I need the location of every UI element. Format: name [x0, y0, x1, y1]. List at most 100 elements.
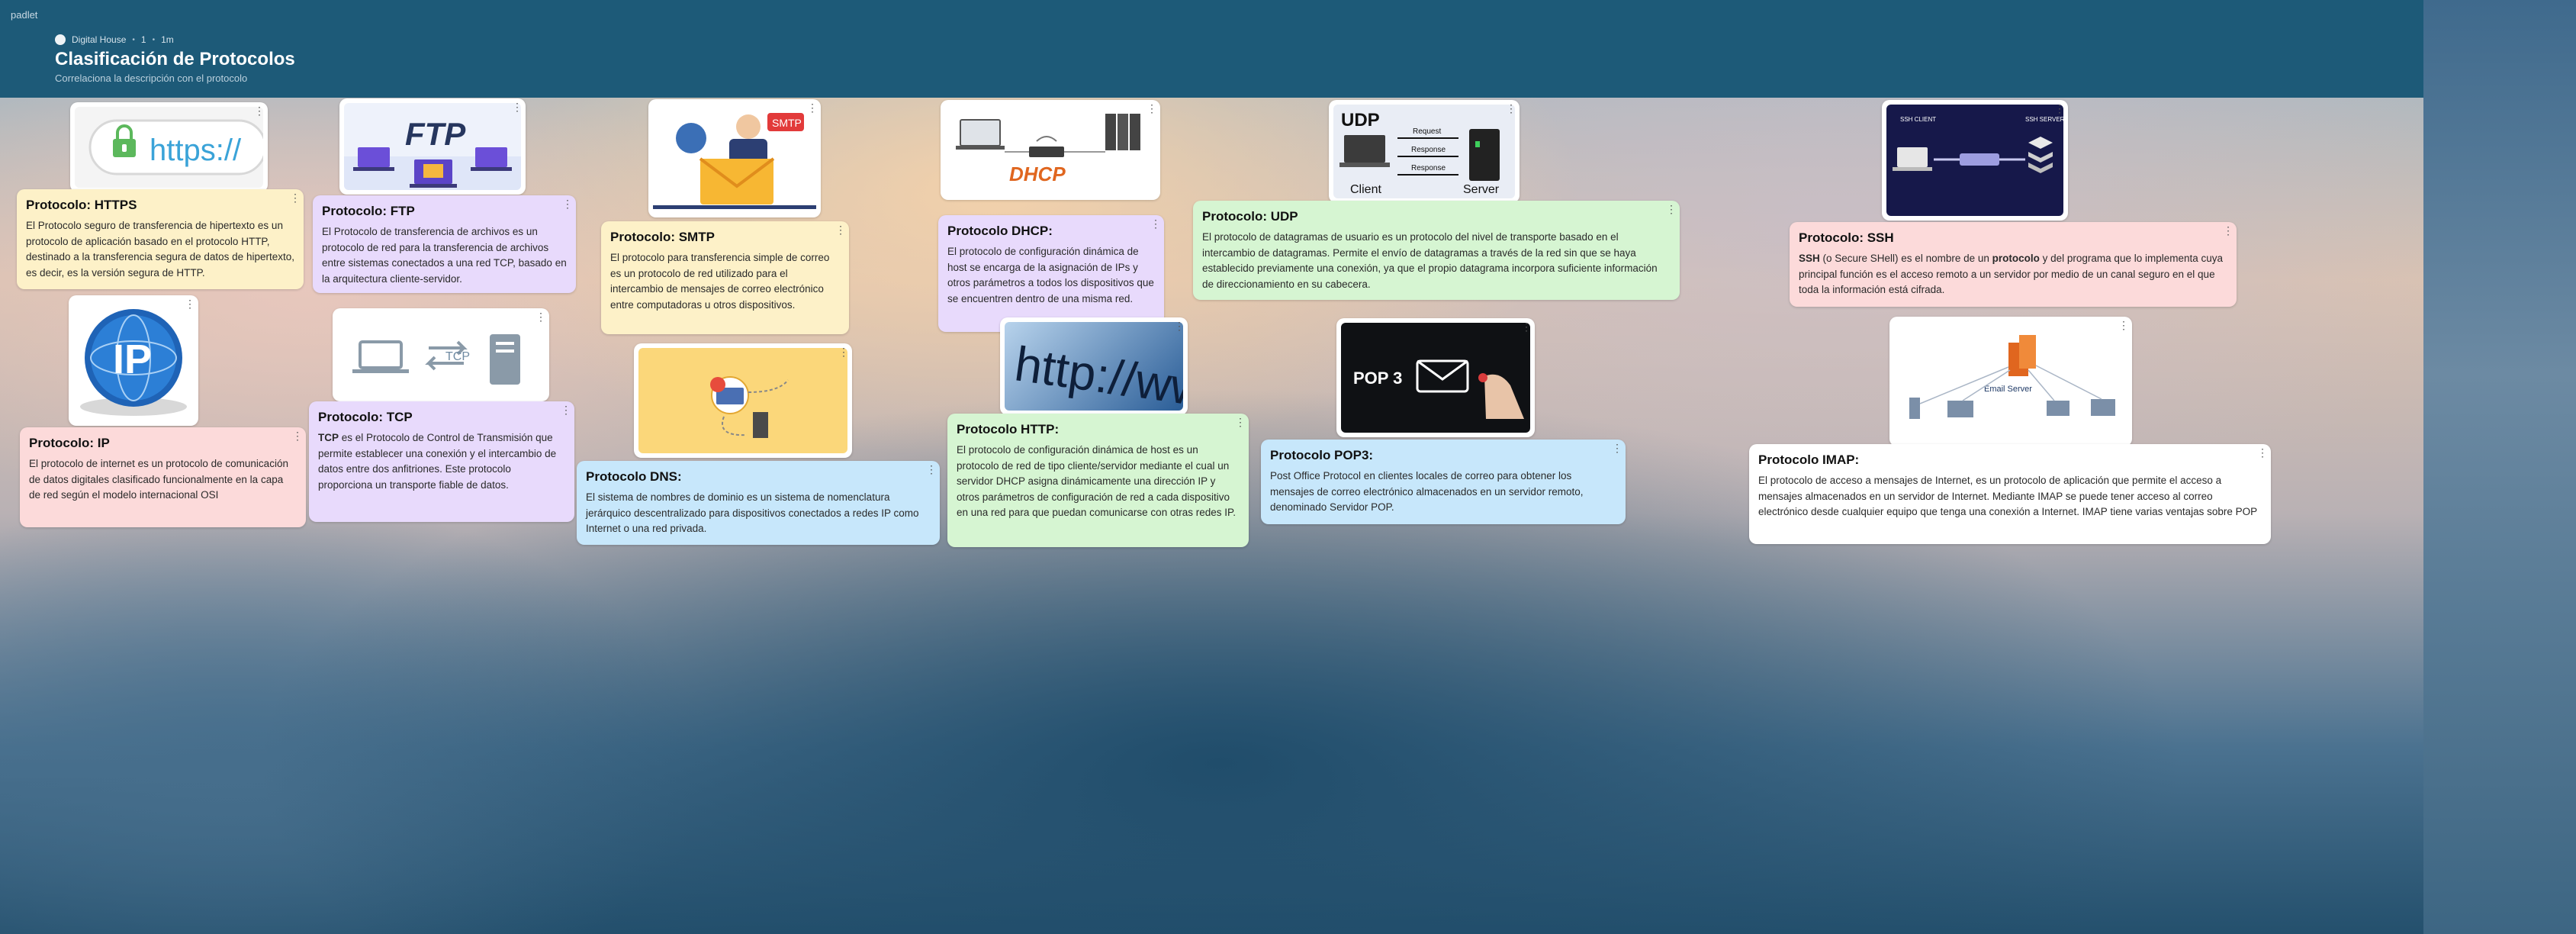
post-menu-icon[interactable]: ⋮ — [185, 298, 195, 309]
post-menu-icon[interactable]: ⋮ — [1174, 320, 1185, 331]
post-tcp-image[interactable]: TCP ⋮ — [333, 308, 549, 401]
post-menu-icon[interactable]: ⋮ — [838, 346, 849, 357]
post-https-image[interactable]: https:// ⋮ — [70, 102, 268, 192]
tcp-image: TCP — [337, 313, 545, 397]
post-title: Protocolo: FTP — [322, 204, 415, 218]
time-ago: 1m — [161, 34, 174, 45]
dhcp-image: DHCP — [945, 105, 1156, 195]
svg-text:Request: Request — [1413, 127, 1441, 136]
post-dns[interactable]: Protocolo DNS: El sistema de nombres de … — [577, 461, 940, 545]
post-menu-icon[interactable]: ⋮ — [290, 192, 301, 203]
post-pop3[interactable]: Protocolo POP3: Post Office Protocol en … — [1261, 440, 1626, 524]
post-udp-image[interactable]: UDP Request Response Response Client Ser… — [1329, 100, 1520, 203]
ftp-image: FTP — [344, 103, 521, 190]
imap-image: Email Server — [1894, 321, 2127, 442]
post-menu-icon[interactable]: ⋮ — [1521, 321, 1532, 332]
post-body: El Protocolo de transferencia de archivo… — [322, 226, 567, 285]
post-http[interactable]: Protocolo HTTP: El protocolo de configur… — [947, 414, 1249, 547]
post-smtp[interactable]: Protocolo: SMTP El protocolo para transf… — [601, 221, 849, 334]
post-menu-icon[interactable]: ⋮ — [2223, 225, 2233, 236]
udp-image-title: UDP — [1341, 110, 1380, 130]
post-http-image[interactable]: http://ww ⋮ — [1000, 317, 1188, 415]
post-ip[interactable]: Protocolo: IP El protocolo de internet e… — [20, 427, 306, 527]
post-ssh-image[interactable]: SSH CLIENT SSH SERVER ⋮ — [1882, 100, 2068, 221]
ftp-image-text: FTP — [405, 116, 466, 152]
post-menu-icon[interactable]: ⋮ — [1150, 218, 1161, 229]
pop3-image: POP 3 — [1341, 323, 1530, 433]
post-title: Protocolo DHCP: — [947, 224, 1053, 238]
post-body: El protocolo de configuración dinámica d… — [947, 246, 1154, 304]
wall-meta: Digital House • 1 • 1m — [55, 34, 174, 45]
post-menu-icon[interactable]: ⋮ — [2054, 103, 2065, 114]
post-pop3-image[interactable]: POP 3 ⋮ — [1336, 318, 1535, 437]
ip-image-text: IP — [113, 337, 152, 382]
post-body: El protocolo de datagramas de usuario es… — [1202, 231, 1658, 290]
post-menu-icon[interactable]: ⋮ — [1612, 443, 1622, 453]
svg-text:SSH SERVER: SSH SERVER — [2025, 116, 2063, 123]
svg-text:Server: Server — [1463, 183, 1500, 196]
wall-header: padlet Digital House • 1 • 1m Clasificac… — [0, 0, 2423, 98]
post-menu-icon[interactable]: ⋮ — [1506, 103, 1516, 114]
post-dns-image[interactable]: ⋮ — [634, 343, 852, 458]
tcp-image-text: TCP — [445, 350, 470, 363]
post-title: Protocolo: IP — [29, 436, 110, 450]
https-image-text: https:// — [150, 134, 242, 167]
https-image: https:// — [75, 107, 263, 188]
post-imap[interactable]: Protocolo IMAP: El protocolo de acceso a… — [1749, 444, 2271, 544]
network-icon — [956, 114, 1140, 157]
separator-dot-icon: • — [132, 35, 135, 44]
post-menu-icon[interactable]: ⋮ — [254, 105, 265, 116]
author-name[interactable]: Digital House — [72, 34, 126, 45]
post-menu-icon[interactable]: ⋮ — [1146, 103, 1157, 114]
svg-text:Client: Client — [1350, 183, 1381, 196]
post-body: TCP es el Protocolo de Control de Transm… — [318, 432, 557, 491]
post-udp[interactable]: Protocolo: UDP El protocolo de datagrama… — [1193, 201, 1680, 300]
post-ftp[interactable]: Protocolo: FTP El Protocolo de transfere… — [313, 195, 576, 293]
post-menu-icon[interactable]: ⋮ — [562, 198, 573, 209]
post-ssh[interactable]: Protocolo: SSH SSH (o Secure SHell) es e… — [1790, 222, 2237, 307]
pop3-image-text: POP 3 — [1353, 369, 1402, 388]
post-menu-icon[interactable]: ⋮ — [292, 430, 303, 441]
post-https[interactable]: Protocolo: HTTPS El Protocolo seguro de … — [17, 189, 304, 289]
post-menu-icon[interactable]: ⋮ — [926, 464, 937, 475]
post-menu-icon[interactable]: ⋮ — [512, 101, 523, 112]
post-tcp[interactable]: Protocolo: TCP TCP es el Protocolo de Co… — [309, 401, 574, 522]
post-imap-image[interactable]: Email Server ⋮ — [1889, 317, 2132, 446]
ip-image: IP — [73, 300, 194, 421]
post-menu-icon[interactable]: ⋮ — [1666, 204, 1677, 214]
svg-text:Response: Response — [1411, 164, 1446, 172]
post-body: El protocolo de configuración dinámica d… — [957, 444, 1236, 518]
imap-image-text: Email Server — [1984, 385, 2032, 394]
post-body: El Protocolo seguro de transferencia de … — [26, 220, 294, 279]
udp-image: UDP Request Response Response Client Ser… — [1333, 105, 1515, 198]
post-title: Protocolo: TCP — [318, 410, 413, 424]
author-avatar[interactable] — [55, 34, 66, 45]
post-title: Protocolo IMAP: — [1758, 453, 1860, 467]
post-title: Protocolo: HTTPS — [26, 198, 137, 212]
padlet-logo[interactable]: padlet — [11, 9, 37, 21]
post-dhcp-image[interactable]: DHCP ⋮ — [941, 100, 1160, 200]
post-title: Protocolo: SSH — [1799, 230, 1894, 245]
post-body: SSH (o Secure SHell) es el nombre de un … — [1799, 253, 2224, 295]
post-body: El protocolo de internet es un protocolo… — [29, 458, 288, 501]
smtp-image: SMTP — [653, 104, 816, 213]
dhcp-image-text: DHCP — [1009, 163, 1066, 185]
post-menu-icon[interactable]: ⋮ — [535, 311, 546, 322]
side-panel-background — [2423, 0, 2576, 934]
post-menu-icon[interactable]: ⋮ — [2118, 320, 2129, 330]
post-menu-icon[interactable]: ⋮ — [1235, 417, 1246, 427]
post-body: El protocolo para transferencia simple d… — [610, 252, 830, 311]
post-body: Post Office Protocol en clientes locales… — [1270, 470, 1584, 513]
post-menu-icon[interactable]: ⋮ — [561, 404, 571, 415]
post-smtp-image[interactable]: SMTP ⋮ — [648, 99, 821, 217]
page-subtitle: Correlaciona la descripción con el proto… — [55, 72, 248, 84]
post-title: Protocolo: SMTP — [610, 230, 715, 244]
svg-text:Response: Response — [1411, 146, 1446, 154]
post-menu-icon[interactable]: ⋮ — [807, 102, 818, 113]
post-menu-icon[interactable]: ⋮ — [835, 224, 846, 235]
svg-text:SSH CLIENT: SSH CLIENT — [1900, 116, 1936, 123]
post-ftp-image[interactable]: FTP ⋮ — [339, 98, 526, 195]
post-menu-icon[interactable]: ⋮ — [2257, 447, 2268, 458]
post-dhcp[interactable]: Protocolo DHCP: El protocolo de configur… — [938, 215, 1164, 332]
post-ip-image[interactable]: IP ⋮ — [69, 295, 198, 426]
